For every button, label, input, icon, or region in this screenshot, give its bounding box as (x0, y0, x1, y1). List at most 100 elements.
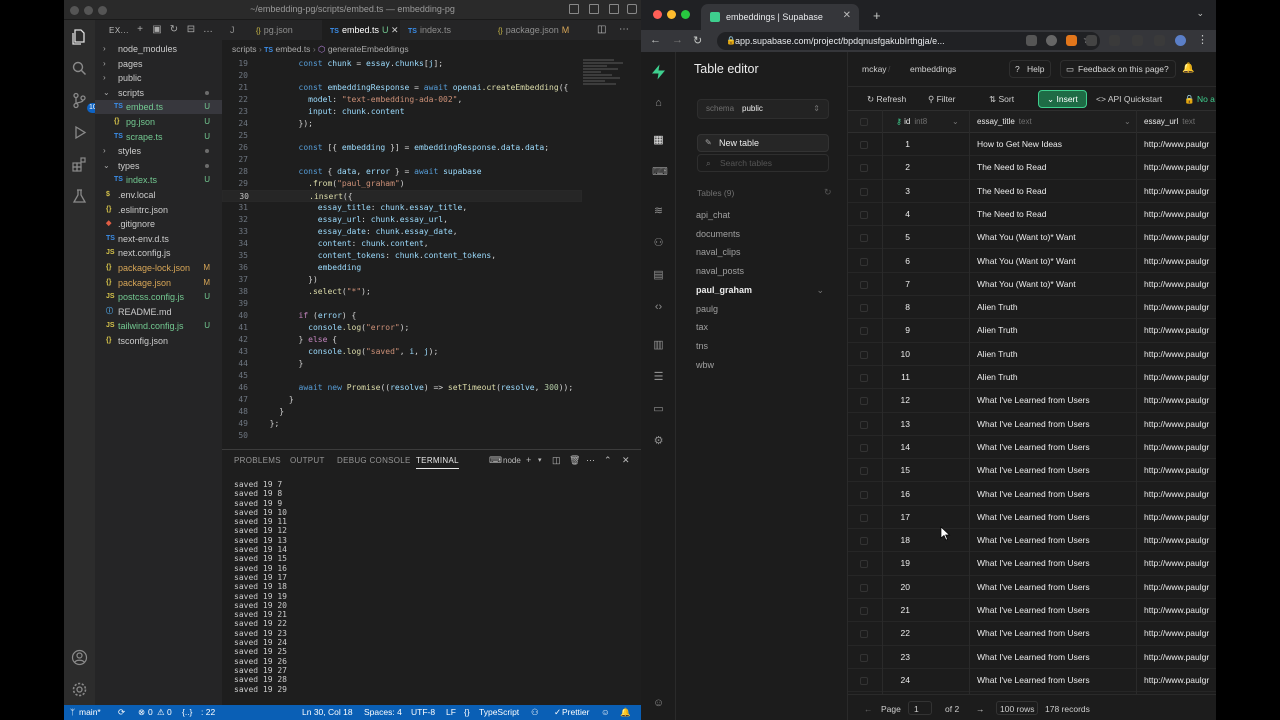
close-tab-icon[interactable]: ✕ (843, 10, 851, 21)
cell-essay-title[interactable]: What I've Learned from Users (977, 506, 1090, 529)
extension-4-icon[interactable] (1109, 35, 1120, 46)
back-icon[interactable]: ← (650, 34, 661, 46)
prev-page-icon[interactable]: ← (864, 704, 873, 714)
cell-id[interactable]: 15 (890, 459, 910, 482)
table-editor-icon[interactable]: ▦ (652, 134, 665, 147)
table-row[interactable]: 6 What You (Want to)* Want http://www.paul… (848, 250, 1216, 273)
close-panel-icon[interactable]: ✕ (622, 455, 630, 466)
cell-id[interactable]: 16 (890, 483, 910, 506)
tree-file[interactable]: {} tsconfig.json (95, 334, 222, 348)
close-window-button[interactable] (653, 10, 662, 19)
row-checkbox[interactable] (860, 537, 868, 546)
table-row[interactable]: 23 What I've Learned from Users http://www… (848, 646, 1216, 669)
account-icon[interactable] (71, 649, 88, 666)
tree-file[interactable]: TS embed.ts U (95, 100, 222, 115)
cell-essay-url[interactable]: http://www.paulgr (1144, 506, 1209, 529)
cell-essay-url[interactable]: http://www.paulgr (1144, 343, 1209, 366)
logs-icon[interactable]: ☰ (652, 371, 665, 384)
cell-essay-title[interactable]: What I've Learned from Users (977, 576, 1090, 599)
cell-essay-title[interactable]: What I've Learned from Users (977, 646, 1090, 669)
tree-file[interactable]: ◆ .gitignore (95, 217, 222, 231)
breadcrumb-symbol[interactable]: generateEmbeddings (328, 44, 409, 54)
cell-essay-title[interactable]: What I've Learned from Users (977, 622, 1090, 645)
cell-id[interactable]: 20 (890, 576, 910, 599)
table-row[interactable]: 2 The Need to Read http://www.paulgr (848, 156, 1216, 180)
language-mode[interactable]: TypeScript (479, 705, 519, 720)
help-button[interactable]: ? Help (1009, 60, 1052, 78)
home-icon[interactable]: ⌂ (652, 97, 665, 110)
explorer-icon[interactable] (71, 28, 88, 45)
cell-id[interactable]: 24 (890, 669, 910, 692)
tree-file[interactable]: JS next.config.js (95, 246, 222, 260)
row-checkbox[interactable] (860, 141, 868, 149)
reports-icon[interactable]: ▥ (652, 339, 665, 352)
language-status[interactable]: {..} (182, 705, 192, 720)
column-menu-chevron-icon[interactable]: ⌄ (1124, 117, 1131, 126)
cell-essay-url[interactable]: http://www.paulgr (1144, 646, 1209, 669)
edge-functions-icon[interactable]: ‹› (652, 301, 665, 314)
cell-essay-url[interactable]: http://www.paulgr (1144, 552, 1209, 575)
customize-layout-icon[interactable] (627, 4, 637, 14)
cell-essay-url[interactable]: http://www.paulgr (1144, 133, 1209, 156)
table-row[interactable]: 22 What I've Learned from Users http://www… (848, 622, 1216, 646)
new-folder-icon[interactable]: ▣ (152, 25, 162, 35)
api-quickstart-button[interactable]: <> API Quickstart (1096, 94, 1162, 104)
table-row[interactable]: 20 What I've Learned from Users http://www… (848, 576, 1216, 599)
supabase-logo-icon[interactable] (651, 64, 666, 80)
cell-essay-title[interactable]: Alien Truth (977, 366, 1018, 389)
table-row[interactable]: 15 What I've Learned from Users http://www… (848, 459, 1216, 483)
profile-avatar[interactable] (1175, 35, 1186, 46)
editor-tab[interactable]: J (222, 20, 248, 40)
table-item[interactable]: naval_clips (696, 245, 836, 259)
extensions-puzzle-icon[interactable] (1132, 35, 1143, 46)
cell-essay-title[interactable]: What I've Learned from Users (977, 436, 1090, 459)
column-header-essay-title[interactable]: essay_title text (977, 117, 1032, 126)
cell-essay-title[interactable]: What I've Learned from Users (977, 599, 1090, 622)
sync-icon[interactable]: ⟳ (118, 705, 125, 720)
row-checkbox[interactable] (860, 280, 868, 289)
reload-icon[interactable]: ↻ (693, 34, 702, 47)
cell-essay-title[interactable]: What I've Learned from Users (977, 529, 1090, 552)
cell-essay-title[interactable]: What I've Learned from Users (977, 483, 1090, 506)
refresh-explorer-icon[interactable]: ↻ (169, 25, 179, 35)
row-checkbox[interactable] (860, 607, 868, 615)
column-header-essay-url[interactable]: essay_url text (1144, 117, 1195, 126)
tree-file[interactable]: ⓘ README.md (95, 305, 222, 319)
column-menu-chevron-icon[interactable]: ⌄ (952, 117, 959, 126)
cell-id[interactable]: 13 (890, 413, 910, 436)
cell-id[interactable]: 14 (890, 436, 910, 459)
editor-tab[interactable]: TS index.ts (400, 20, 490, 40)
tree-file[interactable]: {} package.json M (95, 276, 222, 290)
cell-essay-title[interactable]: The Need to Read (977, 180, 1046, 203)
tab-search-icon[interactable]: ⌄ (1196, 8, 1204, 19)
row-checkbox[interactable] (860, 234, 868, 243)
cell-id[interactable]: 1 (890, 133, 910, 156)
indentation[interactable]: Spaces: 4 (364, 705, 402, 720)
maximize-window-button[interactable] (681, 10, 690, 19)
tree-file[interactable]: {} package-lock.json M (95, 261, 222, 275)
tree-folder[interactable]: ⌄ scripts (95, 86, 222, 100)
url-text[interactable]: app.supabase.com/project/bpdqnusfgakubIr… (735, 36, 945, 46)
extensions-icon[interactable] (71, 156, 88, 173)
cell-essay-url[interactable]: http://www.paulgr (1144, 273, 1209, 296)
tree-folder[interactable]: › node_modules (95, 42, 222, 56)
project-settings-gear-icon[interactable]: ⚙ (652, 435, 665, 448)
sql-editor-icon[interactable]: ⌨ (652, 166, 668, 179)
cell-essay-url[interactable]: http://www.paulgr (1144, 250, 1209, 273)
breadcrumb[interactable]: scripts › TS embed.ts › ⬡ generateEmbedd… (232, 44, 409, 55)
storage-icon[interactable]: ▤ (652, 269, 665, 282)
toggle-secondary-sidebar-icon[interactable] (609, 4, 619, 14)
row-checkbox[interactable] (860, 490, 868, 499)
tree-folder[interactable]: › styles (95, 144, 222, 158)
breadcrumb-file[interactable]: embed.ts (275, 44, 310, 54)
cell-essay-title[interactable]: What I've Learned from Users (977, 413, 1090, 436)
cell-essay-url[interactable]: http://www.paulgr (1144, 483, 1209, 506)
table-row[interactable]: 13 What I've Learned from Users http://www… (848, 413, 1216, 436)
forward-icon[interactable]: → (672, 34, 683, 46)
cell-id[interactable]: 18 (890, 529, 910, 552)
table-row[interactable]: 5 What You (Want to)* Want http://www.paul… (848, 226, 1216, 250)
formatter[interactable]: Prettier (562, 705, 589, 720)
breadcrumb-folder[interactable]: scripts (232, 44, 257, 54)
cell-id[interactable]: 3 (890, 180, 910, 203)
tab-problems[interactable]: PROBLEMS (234, 456, 281, 465)
